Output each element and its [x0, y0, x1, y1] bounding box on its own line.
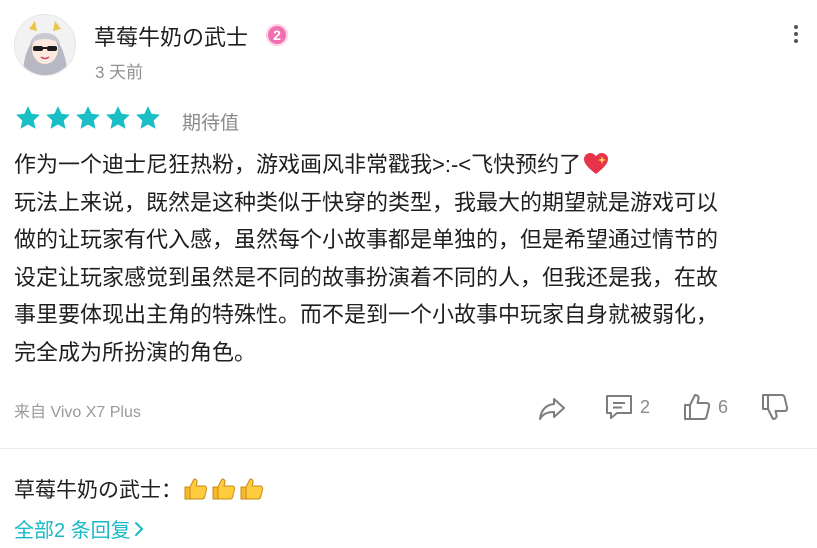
more-options-button[interactable] [788, 22, 804, 50]
thumbs-up-icon [684, 394, 711, 420]
review-time: 3 天前 [95, 63, 144, 82]
review-header: 草莓牛奶の武士 2 3 天前 [14, 14, 804, 84]
comment-count: 2 [640, 396, 651, 417]
divider [0, 448, 817, 449]
star-icon [16, 106, 40, 129]
thumbs-up-emoji-icon [240, 478, 264, 500]
comment-icon [606, 395, 632, 419]
avatar[interactable] [14, 14, 76, 76]
share-icon [539, 398, 565, 420]
thumbs-up-emoji-icon [212, 478, 236, 500]
comment-button[interactable]: 2 [604, 392, 650, 422]
star-icon [76, 106, 100, 129]
device-label: 来自 Vivo X7 Plus [14, 404, 141, 421]
chevron-right-icon [134, 522, 143, 536]
reply-separator: ： [161, 479, 182, 502]
star-icon [106, 106, 130, 129]
like-button[interactable]: 6 [682, 392, 728, 422]
review-footer: 来自 Vivo X7 Plus 2 6 [14, 392, 804, 428]
avatar-image [15, 15, 75, 75]
like-count: 6 [718, 396, 729, 417]
review-content: 作为一个迪士尼狂热粉，游戏画风非常戳我>:-<飞快预约了 玩法上来说，既然是这种… [14, 146, 804, 371]
star-icon [46, 106, 70, 129]
review-line: 做的让玩家有代入感，虽然每个小故事都是单独的，但是希望通过情节的 [14, 227, 719, 252]
level-badge: 2 [266, 24, 288, 46]
thumbs-down-icon [762, 394, 789, 420]
sparkling-heart-icon [584, 153, 609, 174]
view-all-replies-label: 全部2 条回复 [14, 520, 131, 542]
author-name[interactable]: 草莓牛奶の武士 [94, 20, 248, 52]
reply-emojis [182, 477, 266, 507]
review-line: 设定让玩家感觉到虽然是不同的故事扮演着不同的人，但我还是我，在故 [14, 264, 719, 290]
review-line: 完全成为所扮演的角色。 [14, 339, 257, 365]
star-icon [136, 106, 160, 129]
thumbs-up-emoji-icon [184, 478, 208, 500]
dislike-button[interactable] [760, 392, 790, 422]
review-line: 玩法上来说，既然是这种类似于快穿的类型，我最大的期望就是游戏可以 [14, 189, 719, 215]
star-rating [14, 104, 162, 132]
view-all-replies-link[interactable]: 全部2 条回复 [14, 514, 145, 543]
review-line: 事里要体现出主角的特殊性。而不是到一个小故事中玩家自身就被弱化， [14, 302, 719, 327]
share-button[interactable] [536, 392, 568, 424]
rating-row: 期待值 [14, 104, 414, 136]
rating-label: 期待值 [182, 113, 240, 134]
reply-item[interactable]: 草莓牛奶の武士： [14, 474, 266, 507]
review-line: 作为一个迪士尼狂热粉，游戏画风非常戳我>:-<飞快预约了 [14, 146, 804, 184]
reply-author[interactable]: 草莓牛奶の武士 [14, 479, 161, 502]
review-line-text: 作为一个迪士尼狂热粉，游戏画风非常戳我>:-<飞快预约了 [14, 152, 582, 177]
